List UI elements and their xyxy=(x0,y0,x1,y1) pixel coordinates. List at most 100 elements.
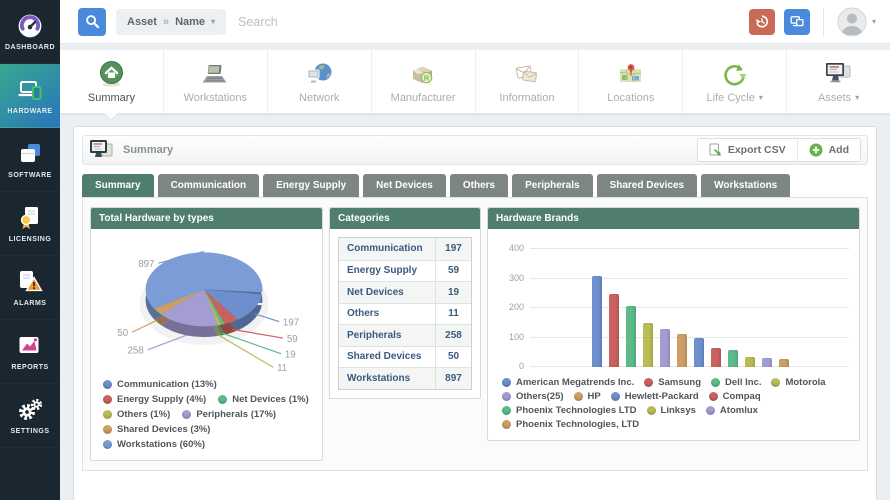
bar-american-megatrends-inc xyxy=(592,275,602,367)
legend-dot xyxy=(218,395,228,404)
category-link[interactable]: Energy Supply xyxy=(339,261,435,282)
sidebar-item-software[interactable]: SOFTWARE xyxy=(0,128,60,192)
legend-label: Energy Supply (4%) xyxy=(117,394,207,405)
nav-item-workstations[interactable]: Workstations xyxy=(162,50,267,113)
sidebar-item-hardware[interactable]: HARDWARE xyxy=(0,64,60,128)
legend-item-hp: HP xyxy=(573,391,601,402)
bar-legend: American Megatrends Inc. Samsung Dell Inc.… xyxy=(488,371,859,440)
bar-samsung xyxy=(609,293,619,367)
category-link[interactable]: Net Devices xyxy=(339,282,435,303)
nav-item-label: Summary xyxy=(87,91,135,104)
nav-item-label: Life Cycle ▾ xyxy=(706,91,763,104)
sidebar-item-reports[interactable]: REPORTS xyxy=(0,320,60,384)
categories-card: Categories Communication 197 Energy Supply… xyxy=(329,207,481,399)
table-row: Net Devices 19 xyxy=(339,281,471,303)
svg-text:R: R xyxy=(424,73,430,82)
nav-item-assets[interactable]: Assets ▾ xyxy=(786,50,890,113)
page: Summary Export CSV Add Summary Communica… xyxy=(60,114,890,500)
module-nav: Summary Workstations Network R Manufacturer I… xyxy=(60,50,890,114)
legend-item-motorola: Motorola xyxy=(771,377,826,388)
export-csv-label: Export CSV xyxy=(727,144,786,156)
legend-dot xyxy=(182,410,192,419)
user-menu-caret-icon: ▾ xyxy=(871,17,876,26)
nav-item-life-cycle[interactable]: Life Cycle ▾ xyxy=(682,50,786,113)
software-icon xyxy=(18,141,43,167)
add-icon xyxy=(809,143,823,157)
hardware-types-card: Total Hardware by types 897 197 59 19 11 50 25… xyxy=(90,207,323,461)
sidebar-item-alarms[interactable]: ALARMS xyxy=(0,256,60,320)
tab-net-devices[interactable]: Net Devices xyxy=(363,174,446,197)
sidebar-item-dashboard[interactable]: DASHBOARD xyxy=(0,0,60,64)
search-icon xyxy=(85,15,99,29)
legend-label: American Megatrends Inc. xyxy=(516,377,635,388)
gridline-300: 300 xyxy=(509,273,849,283)
tab-summary[interactable]: Summary xyxy=(82,174,154,197)
legend-dot xyxy=(502,392,511,401)
category-link[interactable]: Peripherals xyxy=(339,325,435,346)
legend-dot xyxy=(502,406,511,415)
sidebar-item-label: LICENSING xyxy=(8,235,52,243)
legend-item-atomlux: Atomlux xyxy=(705,405,758,416)
sidebar: DASHBOARD HARDWARE SOFTWARE LICENSING ALARMS… xyxy=(0,0,60,500)
nav-item-summary[interactable]: Summary xyxy=(60,50,163,113)
tab-communication[interactable]: Communication xyxy=(157,174,260,197)
tab-shared-devices[interactable]: Shared Devices xyxy=(596,174,698,197)
pie-card-title: Total Hardware by types xyxy=(91,208,322,229)
legend-item-workstations: Workstations (60%) xyxy=(103,439,205,450)
category-count: 197 xyxy=(435,238,471,260)
category-link[interactable]: Shared Devices xyxy=(339,347,435,368)
legend-label: Others(25) xyxy=(516,391,564,402)
main-area: Asset » Name ▾ Search ▾ Summary Workstat… xyxy=(60,0,890,500)
user-menu[interactable]: ▾ xyxy=(837,7,876,37)
manufacturer-icon: R xyxy=(409,60,437,88)
nav-item-label: Locations xyxy=(607,91,655,104)
avatar xyxy=(837,7,867,36)
bar-hp xyxy=(677,333,687,367)
category-count: 897 xyxy=(435,368,471,389)
tab-others[interactable]: Others xyxy=(449,174,509,197)
legend-dot xyxy=(103,380,112,389)
pie-callout-value: 59 xyxy=(287,334,298,345)
category-count: 11 xyxy=(435,303,471,324)
export-csv-button[interactable]: Export CSV xyxy=(697,139,797,161)
search-button[interactable] xyxy=(78,7,106,36)
pie-legend: Communication (13%) Energy Supply (4%) Net… xyxy=(91,379,322,460)
legend-label: Motorola xyxy=(785,377,826,388)
legend-label: Linksys xyxy=(660,405,696,416)
search-input[interactable] xyxy=(236,13,739,30)
reports-icon xyxy=(17,333,43,359)
nav-item-label: Network xyxy=(299,91,340,104)
legend-label: Communication (13%) xyxy=(117,379,217,390)
sidebar-item-label: DASHBOARD xyxy=(5,43,55,51)
category-link[interactable]: Workstations xyxy=(339,368,435,389)
sidebar-item-settings[interactable]: SETTINGS xyxy=(0,384,60,448)
category-tabs: Summary Communication Energy Supply Net Dev… xyxy=(82,174,868,197)
legend-item-net-devices: Net Devices (1%) xyxy=(218,394,309,405)
nav-item-manufacturer[interactable]: R Manufacturer xyxy=(370,50,475,113)
legend-label: Hewlett-Packard xyxy=(624,391,699,402)
category-link[interactable]: Communication xyxy=(339,238,435,260)
table-row: Others 11 xyxy=(339,302,471,325)
nav-item-network[interactable]: Network xyxy=(266,50,371,113)
bar-phoenix-technologies-ltd xyxy=(728,350,738,367)
tab-peripherals[interactable]: Peripherals xyxy=(512,174,593,197)
sidebar-item-label: ALARMS xyxy=(13,299,47,307)
pie-callout-value: 897 xyxy=(138,259,154,270)
tab-energy-supply[interactable]: Energy Supply xyxy=(263,174,360,197)
devices-button[interactable] xyxy=(783,8,810,35)
category-link[interactable]: Others xyxy=(339,304,435,325)
information-icon xyxy=(513,60,540,88)
nav-item-label: Manufacturer xyxy=(390,91,456,104)
sidebar-item-licensing[interactable]: LICENSING xyxy=(0,192,60,256)
search-filter-chip[interactable]: Asset » Name ▾ xyxy=(116,8,227,35)
nav-item-locations[interactable]: Locations xyxy=(578,50,682,113)
pie-callout-value: 197 xyxy=(283,317,299,328)
history-button[interactable] xyxy=(748,8,775,35)
add-button[interactable]: Add xyxy=(796,139,860,161)
hardware-summary-panel: Summary Export CSV Add Summary Communica… xyxy=(73,126,877,500)
categories-card-title: Categories xyxy=(330,208,480,229)
legend-label: Net Devices (1%) xyxy=(232,394,309,405)
tab-workstations[interactable]: Workstations xyxy=(701,174,791,197)
panel-header: Summary Export CSV Add xyxy=(82,135,868,165)
nav-item-information[interactable]: Information xyxy=(474,50,579,113)
